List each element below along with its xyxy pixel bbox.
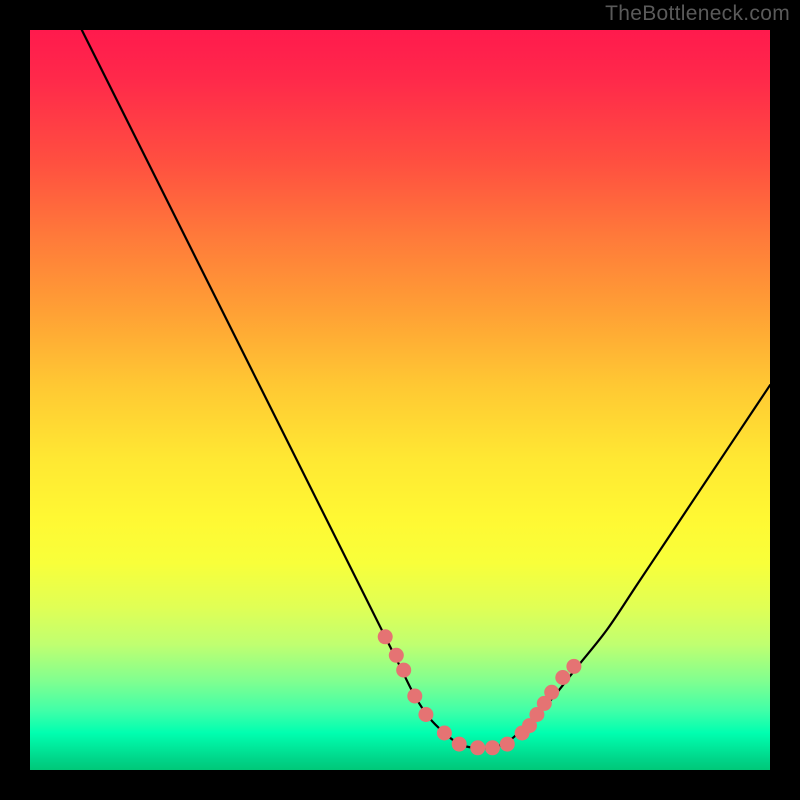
marker-point <box>407 689 422 704</box>
plot-area <box>30 30 770 770</box>
marker-point <box>470 740 485 755</box>
marker-point <box>555 670 570 685</box>
highlighted-points <box>378 629 582 755</box>
marker-point <box>437 726 452 741</box>
chart-container: TheBottleneck.com <box>0 0 800 800</box>
marker-point <box>544 685 559 700</box>
bottleneck-curve <box>82 30 770 748</box>
marker-point <box>396 663 411 678</box>
marker-point <box>389 648 404 663</box>
marker-point <box>566 659 581 674</box>
curve-layer <box>30 30 770 770</box>
marker-point <box>500 737 515 752</box>
marker-point <box>452 737 467 752</box>
marker-point <box>418 707 433 722</box>
marker-point <box>485 740 500 755</box>
attribution-text: TheBottleneck.com <box>605 2 790 26</box>
marker-point <box>378 629 393 644</box>
